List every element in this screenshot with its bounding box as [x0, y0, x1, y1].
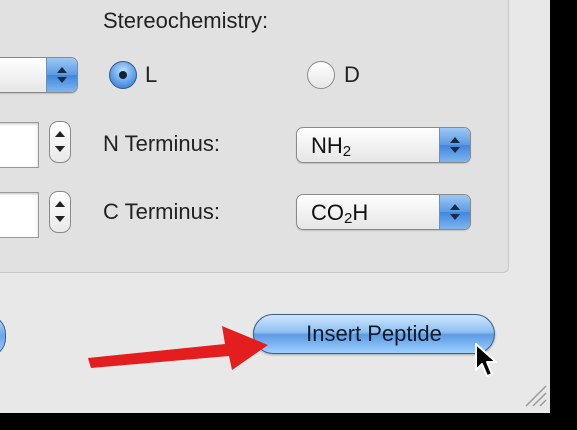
screenshot-stage: Stereochemistry: L D N Terminus: NH2 C T…	[0, 0, 577, 430]
mouse-cursor-icon	[475, 343, 497, 377]
